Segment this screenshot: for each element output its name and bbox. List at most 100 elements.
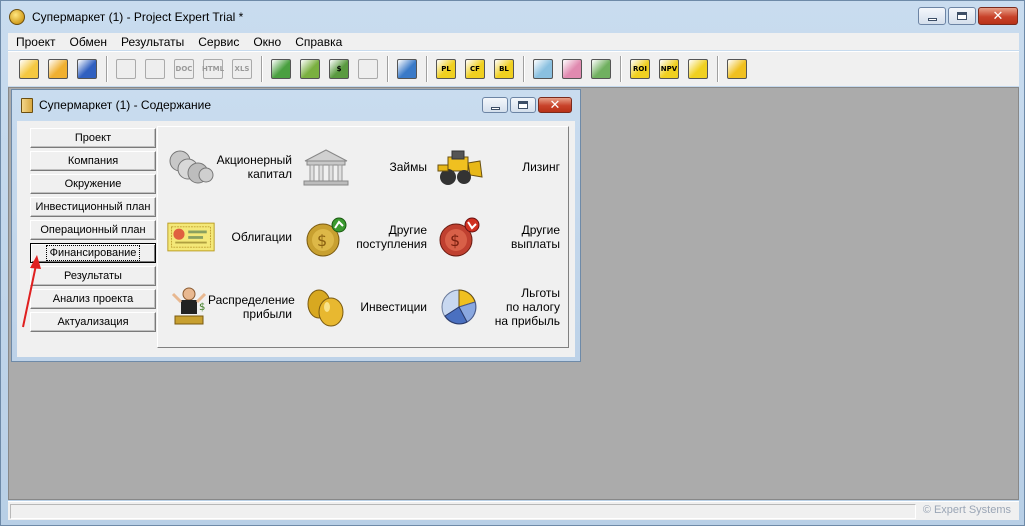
minimize-button[interactable]: [918, 7, 946, 25]
export-html-icon: HTML: [202, 59, 224, 79]
user-profile-button[interactable]: [560, 57, 584, 81]
save-disk-button[interactable]: [75, 57, 99, 81]
zoom-report-button[interactable]: [531, 57, 555, 81]
menu-item-4[interactable]: Сервис: [191, 35, 246, 49]
tile-golden-eggs[interactable]: Инвестиции: [301, 277, 431, 337]
menu-bar: Проект Обмен Результаты Сервис Окно Справка: [8, 33, 1019, 50]
pl-report-button[interactable]: PL: [434, 57, 458, 81]
status-bar: © Expert Systems: [8, 501, 1019, 520]
tile-label: Инвестиции: [360, 300, 427, 314]
window-controls: ✕: [918, 7, 1018, 25]
maximize-button[interactable]: [948, 7, 976, 25]
toolbar-separator: [387, 56, 389, 82]
menu-item-3[interactable]: Результаты: [114, 35, 191, 49]
nav-button-6[interactable]: Финансирование: [30, 243, 156, 263]
export-xls-button: XLS: [230, 57, 254, 81]
roi-button[interactable]: ROI: [628, 57, 652, 81]
notepad-button[interactable]: [686, 57, 710, 81]
tile-coin-outflow[interactable]: $ Другие выплаты: [434, 207, 564, 267]
tile-bulldozer[interactable]: Лизинг: [434, 137, 564, 197]
contents-window-title: Супермаркет (1) - Содержание: [39, 98, 212, 112]
toolbar-separator: [523, 56, 525, 82]
tile-bond-certificate[interactable]: Облигации: [166, 207, 296, 267]
open-folder-icon: [48, 59, 68, 79]
tile-coins-stack[interactable]: Акционерный капитал: [166, 137, 296, 197]
tile-coin-income[interactable]: $ Другие поступления: [301, 207, 431, 267]
close-button[interactable]: ✕: [978, 7, 1018, 25]
menu-item-1[interactable]: Проект: [9, 35, 63, 49]
financing-panel: Акционерный капитал Займы Лизинг Облигации $ Д…: [157, 126, 569, 348]
app-bulb-icon[interactable]: [9, 9, 25, 25]
pl-report-icon: PL: [436, 59, 456, 79]
nav-button-2[interactable]: Компания: [30, 151, 156, 171]
close-icon: ✕: [992, 8, 1004, 24]
contents-minimize-button[interactable]: [482, 97, 508, 113]
tile-label: Другие поступления: [356, 223, 427, 251]
menu-item-6[interactable]: Справка: [288, 35, 349, 49]
tile-label: Льготы по налогу на прибыль: [494, 286, 560, 328]
toolbar-separator: [261, 56, 263, 82]
npv-icon: NPV: [659, 59, 679, 79]
user-profile-icon: [562, 59, 582, 79]
export-html-button: HTML: [201, 57, 225, 81]
print-preview-icon: [116, 59, 136, 79]
document-icon[interactable]: [21, 97, 33, 113]
nav-button-label: Проект: [74, 132, 112, 144]
menu-item-5[interactable]: Окно: [246, 35, 288, 49]
npv-button[interactable]: NPV: [657, 57, 681, 81]
annotation-arrow: [22, 255, 41, 328]
tiles-icon: [271, 59, 291, 79]
contents-close-button[interactable]: ✕: [538, 97, 572, 113]
nav-button-label: Инвестиционный план: [35, 201, 151, 213]
nav-button-label: Операционный план: [40, 224, 146, 236]
edit-pencil-button[interactable]: [298, 57, 322, 81]
tile-bank-building[interactable]: Займы: [301, 137, 431, 197]
table-button: [356, 57, 380, 81]
status-brand: © Expert Systems: [922, 504, 1011, 516]
refresh-project-button[interactable]: [395, 57, 419, 81]
toolbar-separator: [620, 56, 622, 82]
save-disk-icon: [77, 59, 97, 79]
tile-person-money[interactable]: $ Распределение прибыли: [166, 277, 296, 337]
contents-title-bar[interactable]: Супермаркет (1) - Содержание ✕: [12, 90, 580, 120]
contents-client-area: Проект Компания Окружение Инвестиционный пл…: [17, 121, 575, 357]
title-bar[interactable]: Супермаркет (1) - Project Expert Trial *…: [1, 1, 1024, 33]
spreadsheet-button[interactable]: [725, 57, 749, 81]
toolbar: DOC HTML XLS $ PL CF BL ROI NPV: [8, 51, 1019, 86]
toolbar-separator: [426, 56, 428, 82]
nav-button-label: Финансирование: [45, 245, 141, 261]
chart-image-button[interactable]: [589, 57, 613, 81]
tile-label: Распределение прибыли: [208, 293, 295, 321]
tile-label: Акционерный капитал: [216, 153, 292, 181]
svg-text:$: $: [199, 302, 205, 313]
nav-button-7[interactable]: Результаты: [30, 266, 156, 286]
cf-report-button[interactable]: CF: [463, 57, 487, 81]
tiles-button[interactable]: [269, 57, 293, 81]
print-preview-button: [114, 57, 138, 81]
contents-maximize-button[interactable]: [510, 97, 536, 113]
minimize-icon: [927, 17, 937, 21]
maximize-icon: [957, 12, 967, 20]
new-project-button[interactable]: [17, 57, 41, 81]
maximize-icon: [518, 101, 528, 109]
nav-button-3[interactable]: Окружение: [30, 174, 156, 194]
cf-report-icon: CF: [465, 59, 485, 79]
nav-button-4[interactable]: Инвестиционный план: [30, 197, 156, 217]
nav-button-9[interactable]: Актуализация: [30, 312, 156, 332]
print-button: [143, 57, 167, 81]
roi-icon: ROI: [630, 59, 650, 79]
calculator-button[interactable]: $: [327, 57, 351, 81]
section-navigation: Проект Компания Окружение Инвестиционный пл…: [30, 128, 156, 335]
nav-button-5[interactable]: Операционный план: [30, 220, 156, 240]
toolbar-separator: [106, 56, 108, 82]
chart-image-icon: [591, 59, 611, 79]
bl-report-button[interactable]: BL: [492, 57, 516, 81]
tile-pie-chart[interactable]: Льготы по налогу на прибыль: [434, 277, 564, 337]
print-icon: [145, 59, 165, 79]
menu-item-2[interactable]: Обмен: [63, 35, 115, 49]
nav-button-8[interactable]: Анализ проекта: [30, 289, 156, 309]
bl-report-icon: BL: [494, 59, 514, 79]
nav-button-1[interactable]: Проект: [30, 128, 156, 148]
tile-label: Другие выплаты: [510, 223, 560, 251]
open-folder-button[interactable]: [46, 57, 70, 81]
